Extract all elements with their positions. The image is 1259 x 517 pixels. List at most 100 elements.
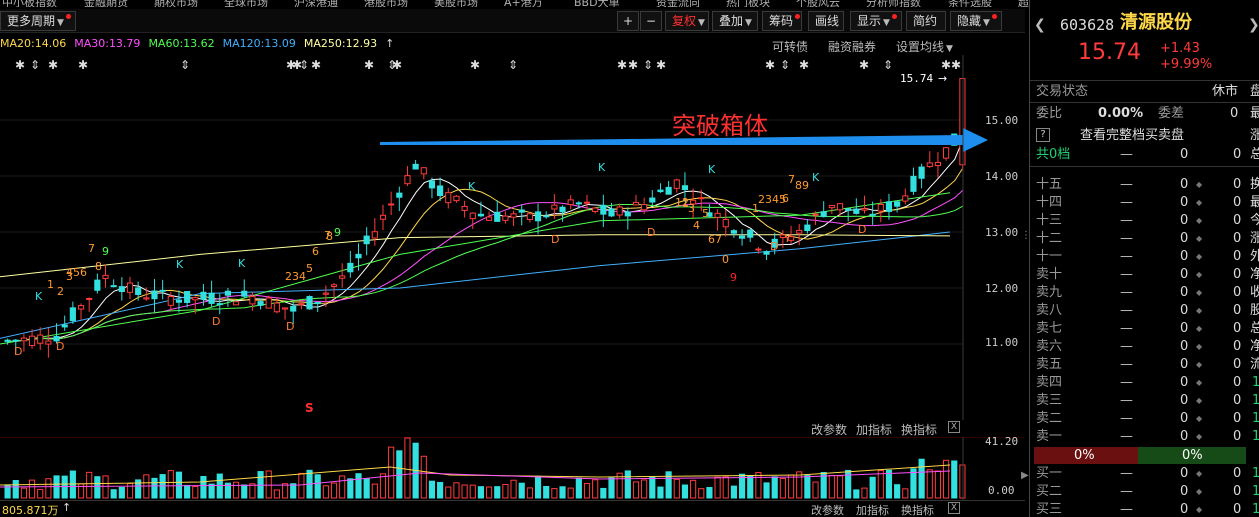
sell-level-row[interactable]: 卖十—0◆0净 — [1030, 266, 1259, 284]
total-price: — — [1120, 147, 1133, 162]
volume-chart[interactable]: 41.20 0.00 — [0, 437, 1025, 500]
buy-level-row[interactable]: 买一—0◆01 — [1030, 465, 1259, 483]
market-tab[interactable]: 全球市场 — [224, 0, 268, 7]
star-marker-icon[interactable]: ✱ — [364, 58, 374, 72]
market-tab[interactable]: 金融期货 — [84, 0, 128, 7]
star-marker-icon[interactable]: ✱ — [470, 58, 480, 72]
set-ma-link[interactable]: 设置均线 ▼ — [896, 38, 953, 55]
sell-level-row[interactable]: 卖六—0◆0净 — [1030, 338, 1259, 356]
zoom-in-button[interactable]: + — [617, 11, 639, 31]
convertible-bond-link[interactable]: 可转债 — [772, 38, 808, 55]
star-marker-icon[interactable]: ✱ — [392, 58, 402, 72]
star-marker-icon[interactable]: ✱ — [15, 58, 25, 72]
star-marker-icon[interactable]: ✱ — [628, 58, 638, 72]
volume-bar — [526, 487, 533, 499]
brief-button[interactable]: 简约 — [906, 11, 946, 31]
sell-level-row[interactable]: 卖三—0◆01 — [1030, 392, 1259, 410]
market-tab[interactable]: 分析师指数 — [866, 0, 921, 7]
draw-line-button[interactable]: 画线 — [808, 11, 844, 31]
candle-body — [404, 175, 411, 185]
star-marker-icon[interactable]: ✱ — [941, 58, 951, 72]
market-tab[interactable]: BBD大单 — [574, 0, 620, 7]
arrow-marker-icon[interactable]: ⇕ — [643, 58, 653, 72]
sell-level-row[interactable]: 卖八—0◆0股 — [1030, 302, 1259, 320]
sell-level-row[interactable]: 十二—0◆0涨 — [1030, 230, 1259, 248]
candlestick-chart[interactable]: DKDK KD DKK KKDDDD1237 98456 2345678 9112 34567… — [0, 55, 1025, 420]
volume-bar — [184, 484, 191, 499]
more-period-button[interactable]: 更多周期 ▼ — [0, 11, 76, 31]
level-volume: 0 — [1180, 303, 1189, 318]
candle-body — [453, 195, 460, 202]
star-marker-icon[interactable]: ✱ — [311, 58, 321, 72]
switch-indicator-link[interactable]: 换指标 — [901, 421, 937, 438]
display-button[interactable]: 显示 ▼ — [850, 11, 902, 31]
hide-label: 隐藏 — [957, 14, 982, 28]
zoom-out-button[interactable]: − — [640, 11, 662, 31]
market-tab[interactable]: 港股市场 — [364, 0, 408, 7]
clipped-col: 今 — [1250, 212, 1259, 230]
star-marker-icon[interactable]: ✱ — [859, 58, 869, 72]
market-tab[interactable]: 沪深港通 — [294, 0, 338, 7]
overlay-button[interactable]: 叠加 ▼ — [712, 11, 758, 31]
star-marker-icon[interactable]: ✱ — [78, 58, 88, 72]
sell-level-row[interactable]: 卖一—0◆01 — [1030, 428, 1259, 446]
close-icon[interactable]: X — [948, 502, 960, 514]
panel-collapse-icon[interactable]: ▶ — [1021, 470, 1029, 481]
market-tab[interactable]: 个股风云 — [796, 0, 840, 7]
arrow-marker-icon[interactable]: ⇕ — [30, 58, 40, 72]
market-tab[interactable]: A+港万 — [504, 0, 543, 7]
fuquan-button[interactable]: 复权 ▼ — [665, 11, 709, 31]
star-marker-icon[interactable]: ✱ — [799, 58, 809, 72]
level-price: — — [1120, 267, 1133, 282]
star-marker-icon[interactable]: ✱ — [656, 58, 666, 72]
add-indicator-link-2[interactable]: 加指标 — [856, 502, 889, 517]
buy-level-row[interactable]: 买三—0◆01 — [1030, 501, 1259, 517]
sell-level-row[interactable]: 十四—0◆0最 — [1030, 194, 1259, 212]
arrow-marker-icon[interactable]: ⇕ — [883, 58, 893, 72]
market-tab[interactable]: 中小板指数 — [2, 0, 57, 7]
star-marker-icon[interactable]: ✱ — [765, 58, 775, 72]
notification-dot-icon — [795, 14, 801, 19]
sell-level-row[interactable]: 卖七—0◆0总 — [1030, 320, 1259, 338]
sell-level-row[interactable]: 卖二—0◆01 — [1030, 410, 1259, 428]
level-count: 0 — [1233, 231, 1242, 246]
arrow-marker-icon[interactable]: ⇕ — [780, 58, 790, 72]
buy-level-row[interactable]: 买二—0◆01 — [1030, 483, 1259, 501]
star-marker-icon[interactable]: ✱ — [951, 58, 961, 72]
help-icon[interactable]: ? — [1036, 128, 1050, 142]
volume-bar — [151, 477, 158, 499]
diamond-icon: ◆ — [1196, 360, 1203, 369]
chips-button[interactable]: 筹码 — [762, 11, 802, 31]
arrow-marker-icon[interactable]: ⇕ — [299, 58, 309, 72]
arrow-marker-icon[interactable]: ⇕ — [180, 58, 190, 72]
market-tab[interactable]: 条件选股 — [948, 0, 992, 7]
sell-level-row[interactable]: 卖五—0◆0流 — [1030, 356, 1259, 374]
switch-indicator-link-2[interactable]: 换指标 — [901, 502, 934, 517]
close-icon[interactable]: X — [948, 421, 960, 433]
market-tab[interactable]: 资金流向 — [656, 0, 700, 7]
sell-level-row[interactable]: 卖四—0◆01 — [1030, 374, 1259, 392]
prev-stock-icon[interactable]: ❮ — [1034, 16, 1046, 34]
full-book-link[interactable]: 查看完整档买卖盘 — [1080, 127, 1184, 145]
sell-level-row[interactable]: 卖九—0◆0收 — [1030, 284, 1259, 302]
market-tab[interactable]: 期权市场 — [154, 0, 198, 7]
adjust-params-link[interactable]: 改参数 — [811, 421, 847, 438]
sell-level-row[interactable]: 十三—0◆0今 — [1030, 212, 1259, 230]
volume-bar — [94, 476, 101, 499]
sell-level-row[interactable]: 十五—0◆0换 — [1030, 176, 1259, 194]
market-tab[interactable]: 热门板块 — [726, 0, 770, 7]
star-marker-icon[interactable]: ✱ — [617, 58, 627, 72]
volume-bar — [502, 483, 509, 499]
volume-bar — [959, 464, 966, 499]
star-marker-icon[interactable]: ✱ — [48, 58, 58, 72]
arrow-marker-icon[interactable]: ⇕ — [508, 58, 518, 72]
margin-trading-link[interactable]: 融资融券 — [828, 38, 876, 55]
adjust-params-link-2[interactable]: 改参数 — [811, 502, 844, 517]
clipped-col: 净 — [1250, 338, 1259, 356]
hide-button[interactable]: 隐藏 ▼ — [950, 11, 1002, 31]
sell-level-row[interactable]: 十一—0◆0外 — [1030, 248, 1259, 266]
breakout-label: 突破箱体 — [672, 112, 768, 140]
market-tab[interactable]: 美股市场 — [434, 0, 478, 7]
add-indicator-link[interactable]: 加指标 — [856, 421, 892, 438]
next-stock-icon[interactable]: ❯ — [1248, 16, 1259, 34]
